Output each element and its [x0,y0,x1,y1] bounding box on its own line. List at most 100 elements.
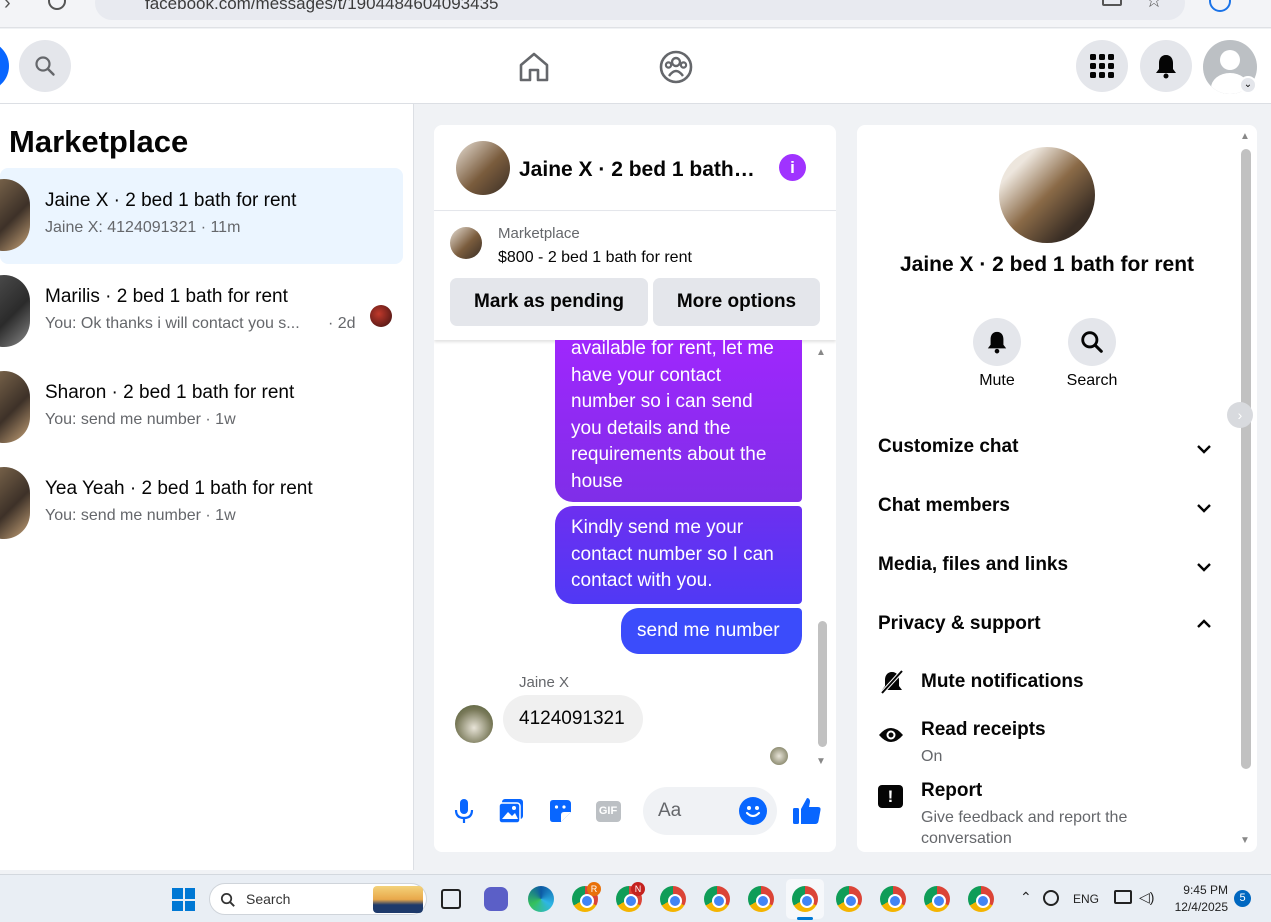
scroll-down-arrow[interactable]: ▼ [1240,835,1250,846]
bell-icon [987,331,1007,354]
sender-name: Jaine X [519,674,570,691]
taskbar-search[interactable]: Search [209,883,427,915]
chrome-icon[interactable] [748,886,774,912]
voice-clip-button[interactable] [450,797,478,825]
notification-badge[interactable]: 5 [1234,890,1251,907]
mark-pending-button[interactable]: Mark as pending [450,278,648,326]
listing-thumbnail[interactable] [450,227,482,259]
sender-avatar[interactable] [455,705,493,743]
search-in-conversation-button[interactable] [1068,318,1116,366]
menu-button[interactable] [1076,40,1128,92]
message-bubble-outgoing[interactable]: send me number [621,608,802,654]
conversation-item[interactable]: Yea Yeah · 2 bed 1 bath for rent You: se… [0,456,403,552]
conversation-name: Yea Yeah · 2 bed 1 bath for rent [45,478,313,499]
mute-action[interactable]: Mute [967,318,1027,390]
sync-icon[interactable] [1043,890,1059,906]
chrome-icon[interactable] [836,886,862,912]
star-icon[interactable]: ☆ [1145,0,1163,13]
listing-thumbnail [0,467,30,539]
notifications-button[interactable] [1140,40,1192,92]
message-line: you details and the [571,417,731,439]
forward-icon[interactable]: › [4,0,11,15]
gif-button[interactable]: GIF [594,797,622,825]
mute-label: Mute [979,372,1015,389]
conversation-preview: Jaine X: 4124091321 · 11m [45,219,241,236]
chrome-icon[interactable] [924,886,950,912]
message-bubble-incoming[interactable]: 4124091321 [503,695,643,743]
chevron-down-icon[interactable] [1196,443,1212,455]
message-line: number so i can send [571,391,753,412]
reload-icon[interactable] [48,0,66,10]
account-chevron-icon[interactable]: ⌄ [1239,76,1257,94]
task-view-icon[interactable] [441,889,461,909]
home-button[interactable] [516,49,552,85]
clock-time[interactable]: 9:45 PM [1170,883,1228,897]
cast-icon[interactable] [1102,0,1122,6]
chrome-icon[interactable] [792,886,818,912]
mute-button[interactable] [973,318,1021,366]
read-receipts-item[interactable]: Read receipts [921,719,1046,741]
sticker-button[interactable] [546,797,574,825]
listing-thumbnail [0,179,30,251]
section-chat-members[interactable]: Chat members [878,495,1218,517]
message-bubble-outgoing[interactable]: available for rent, let me have your con… [555,340,802,502]
mute-notifications-item[interactable]: Mute notifications [921,671,1084,693]
like-button[interactable] [791,795,823,827]
search-action[interactable]: Search [1062,318,1122,390]
section-privacy-support[interactable]: Privacy & support [878,613,1218,635]
network-icon[interactable] [1114,890,1132,904]
message-line: contact number so I can [571,543,774,565]
groups-button[interactable] [658,49,694,85]
teams-chat-icon[interactable] [484,887,508,911]
message-input[interactable]: Aa [643,787,777,835]
chrome-icon[interactable] [704,886,730,912]
clock-date[interactable]: 12/4/2025 [1160,900,1228,914]
scroll-up-arrow[interactable]: ▲ [816,347,826,358]
message-line: Kindly send me your [571,517,744,538]
emoji-button[interactable] [739,797,767,825]
facebook-logo[interactable] [0,41,9,91]
conversation-item[interactable]: Jaine X · 2 bed 1 bath for rent Jaine X:… [0,168,403,264]
chrome-icon[interactable] [968,886,994,912]
scroll-down-arrow[interactable]: ▼ [816,756,826,767]
volume-icon[interactable]: ◁) [1139,889,1154,906]
chevron-up-icon[interactable] [1196,618,1212,630]
more-options-button[interactable]: More options [653,278,820,326]
attach-photo-button[interactable] [497,797,525,825]
language-indicator[interactable]: ENG [1073,892,1099,906]
chevron-down-icon[interactable] [1196,561,1212,573]
search-icon [1081,331,1103,353]
conversation-item[interactable]: Marilis · 2 bed 1 bath for rent You: Ok … [0,264,403,360]
chat-avatar[interactable] [456,141,510,195]
listing-title[interactable]: $800 - 2 bed 1 bath for rent [498,249,692,267]
top-navigation: ⌄ [0,29,1271,104]
section-customize-chat[interactable]: Customize chat [878,436,1218,458]
report-item[interactable]: Report [921,780,982,802]
conversation-item[interactable]: Sharon · 2 bed 1 bath for rent You: send… [0,360,403,456]
scroll-up-arrow[interactable]: ▲ [1240,131,1250,142]
info-button[interactable]: i [779,154,806,181]
home-icon [519,52,549,82]
profile-icon[interactable] [1209,0,1231,12]
chevron-up-icon[interactable]: ⌃ [1020,889,1032,906]
section-media-files-links[interactable]: Media, files and links [878,554,1218,576]
report-description-line: Give feedback and report the [921,809,1128,826]
chat-title[interactable]: Jaine X · 2 bed 1 bath… [519,158,755,182]
edge-icon[interactable] [528,886,554,912]
windows-start-icon[interactable] [172,888,195,911]
message-bubble-outgoing[interactable]: Kindly send me your contact number so I … [555,506,802,604]
info-scrollbar-thumb[interactable] [1241,149,1251,769]
collapse-panel-button[interactable]: › [1227,402,1253,428]
grid-menu-icon [1090,54,1114,78]
search-button[interactable] [19,40,71,92]
chrome-icon[interactable] [660,886,686,912]
mute-notifications-icon [880,669,904,695]
chevron-down-icon[interactable] [1196,502,1212,514]
listing-avatar[interactable] [999,147,1095,243]
message-area: available for rent, let me have your con… [434,340,836,775]
message-scrollbar-thumb[interactable] [818,621,827,747]
chrome-icon[interactable] [880,886,906,912]
thumbs-up-icon [793,798,821,824]
url-text[interactable]: facebook.com/messages/t/1904484604093435 [145,0,498,14]
message-line: contact with you. [571,570,713,591]
